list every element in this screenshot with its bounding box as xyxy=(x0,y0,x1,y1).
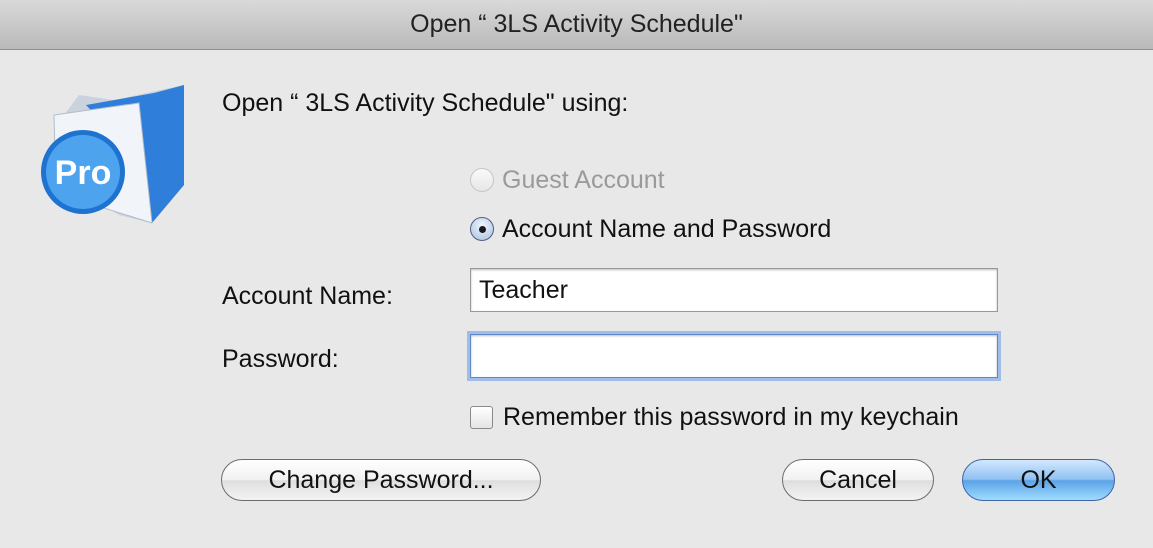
remember-keychain-checkbox[interactable] xyxy=(470,406,493,429)
window-titlebar: Open “ 3LS Activity Schedule" xyxy=(0,0,1153,50)
named-account-option[interactable]: Account Name and Password xyxy=(470,212,831,246)
remember-keychain-option[interactable]: Remember this password in my keychain xyxy=(470,403,959,432)
change-password-button[interactable]: Change Password... xyxy=(221,459,541,501)
account-name-label: Account Name: xyxy=(222,282,393,310)
guest-account-radio xyxy=(470,168,494,192)
pro-badge: Pro xyxy=(55,154,112,192)
guest-account-option: Guest Account xyxy=(470,163,665,197)
password-label: Password: xyxy=(222,345,339,373)
guest-account-label: Guest Account xyxy=(502,165,665,194)
cancel-button[interactable]: Cancel xyxy=(782,459,934,501)
ok-button[interactable]: OK xyxy=(962,459,1115,501)
window-title: Open “ 3LS Activity Schedule" xyxy=(410,10,743,38)
remember-keychain-label: Remember this password in my keychain xyxy=(503,403,959,431)
dialog-prompt: Open “ 3LS Activity Schedule" using: xyxy=(222,89,629,117)
named-account-label: Account Name and Password xyxy=(502,214,832,243)
named-account-radio[interactable] xyxy=(470,217,494,241)
account-name-input[interactable]: Teacher xyxy=(470,268,998,312)
filemaker-pro-icon: Pro xyxy=(41,85,184,224)
password-input[interactable] xyxy=(470,334,998,378)
